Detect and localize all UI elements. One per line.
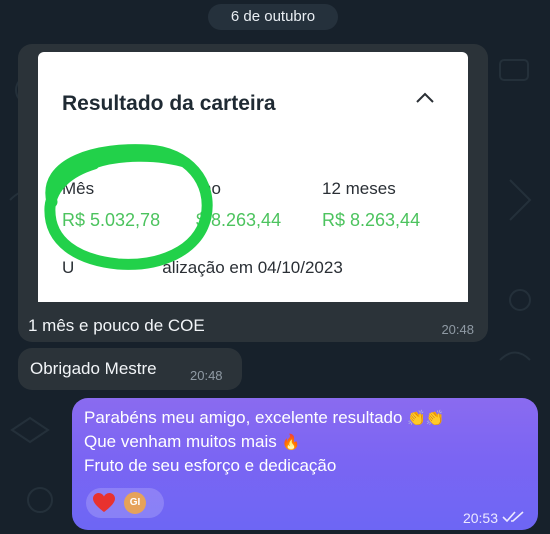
message-time: 20:48	[190, 368, 223, 383]
card-title: Resultado da carteira	[62, 92, 276, 115]
update-date-text: Ualização em 04/10/2023	[62, 258, 343, 278]
outgoing-text-message[interactable]: Parabéns meu amigo, excelente resultado …	[72, 398, 538, 530]
column-label-12-months: 12 meses	[322, 179, 396, 198]
update-suffix: alização em 04/10/2023	[162, 258, 343, 277]
line-1-text: Parabéns meu amigo, excelente resultado	[84, 408, 403, 427]
column-label-year: no	[202, 179, 221, 198]
clapping-hands-emoji: 👏👏	[407, 410, 445, 427]
date-separator: 6 de outubro	[208, 4, 338, 30]
value-year: $ 8.263,44	[196, 210, 282, 230]
screenshot-image[interactable]: Resultado da carteira Mês no 12 meses R$…	[38, 52, 468, 302]
chevron-up-icon	[416, 92, 434, 103]
message-line-3: Fruto de seu esforço e dedicação	[84, 456, 337, 475]
message-line-2: Que venham muitos mais 🔥	[84, 432, 300, 452]
line-2-text: Que venham muitos mais	[84, 432, 277, 451]
message-time: 20:53	[462, 510, 498, 526]
message-time: 20:48	[441, 322, 474, 337]
update-prefix: U	[62, 258, 75, 277]
column-label-month: Mês	[62, 179, 95, 198]
fire-emoji: 🔥	[281, 434, 301, 451]
value-12-months: R$ 8.263,44	[322, 210, 421, 230]
message-line-1: Parabéns meu amigo, excelente resultado …	[84, 408, 445, 428]
avatar[interactable]: GI	[124, 492, 146, 514]
heart-icon	[93, 493, 115, 512]
incoming-photo-message[interactable]: Resultado da carteira Mês no 12 meses R$…	[18, 44, 488, 342]
reaction-chip[interactable]: GI	[86, 488, 164, 518]
incoming-text-message[interactable]: Obrigado Mestre 20:48	[18, 348, 242, 390]
message-caption: 1 mês e pouco de COE	[28, 316, 205, 335]
value-month: R$ 5.032,78	[62, 210, 161, 230]
message-text: Obrigado Mestre	[30, 359, 157, 378]
double-check-icon	[502, 511, 524, 523]
